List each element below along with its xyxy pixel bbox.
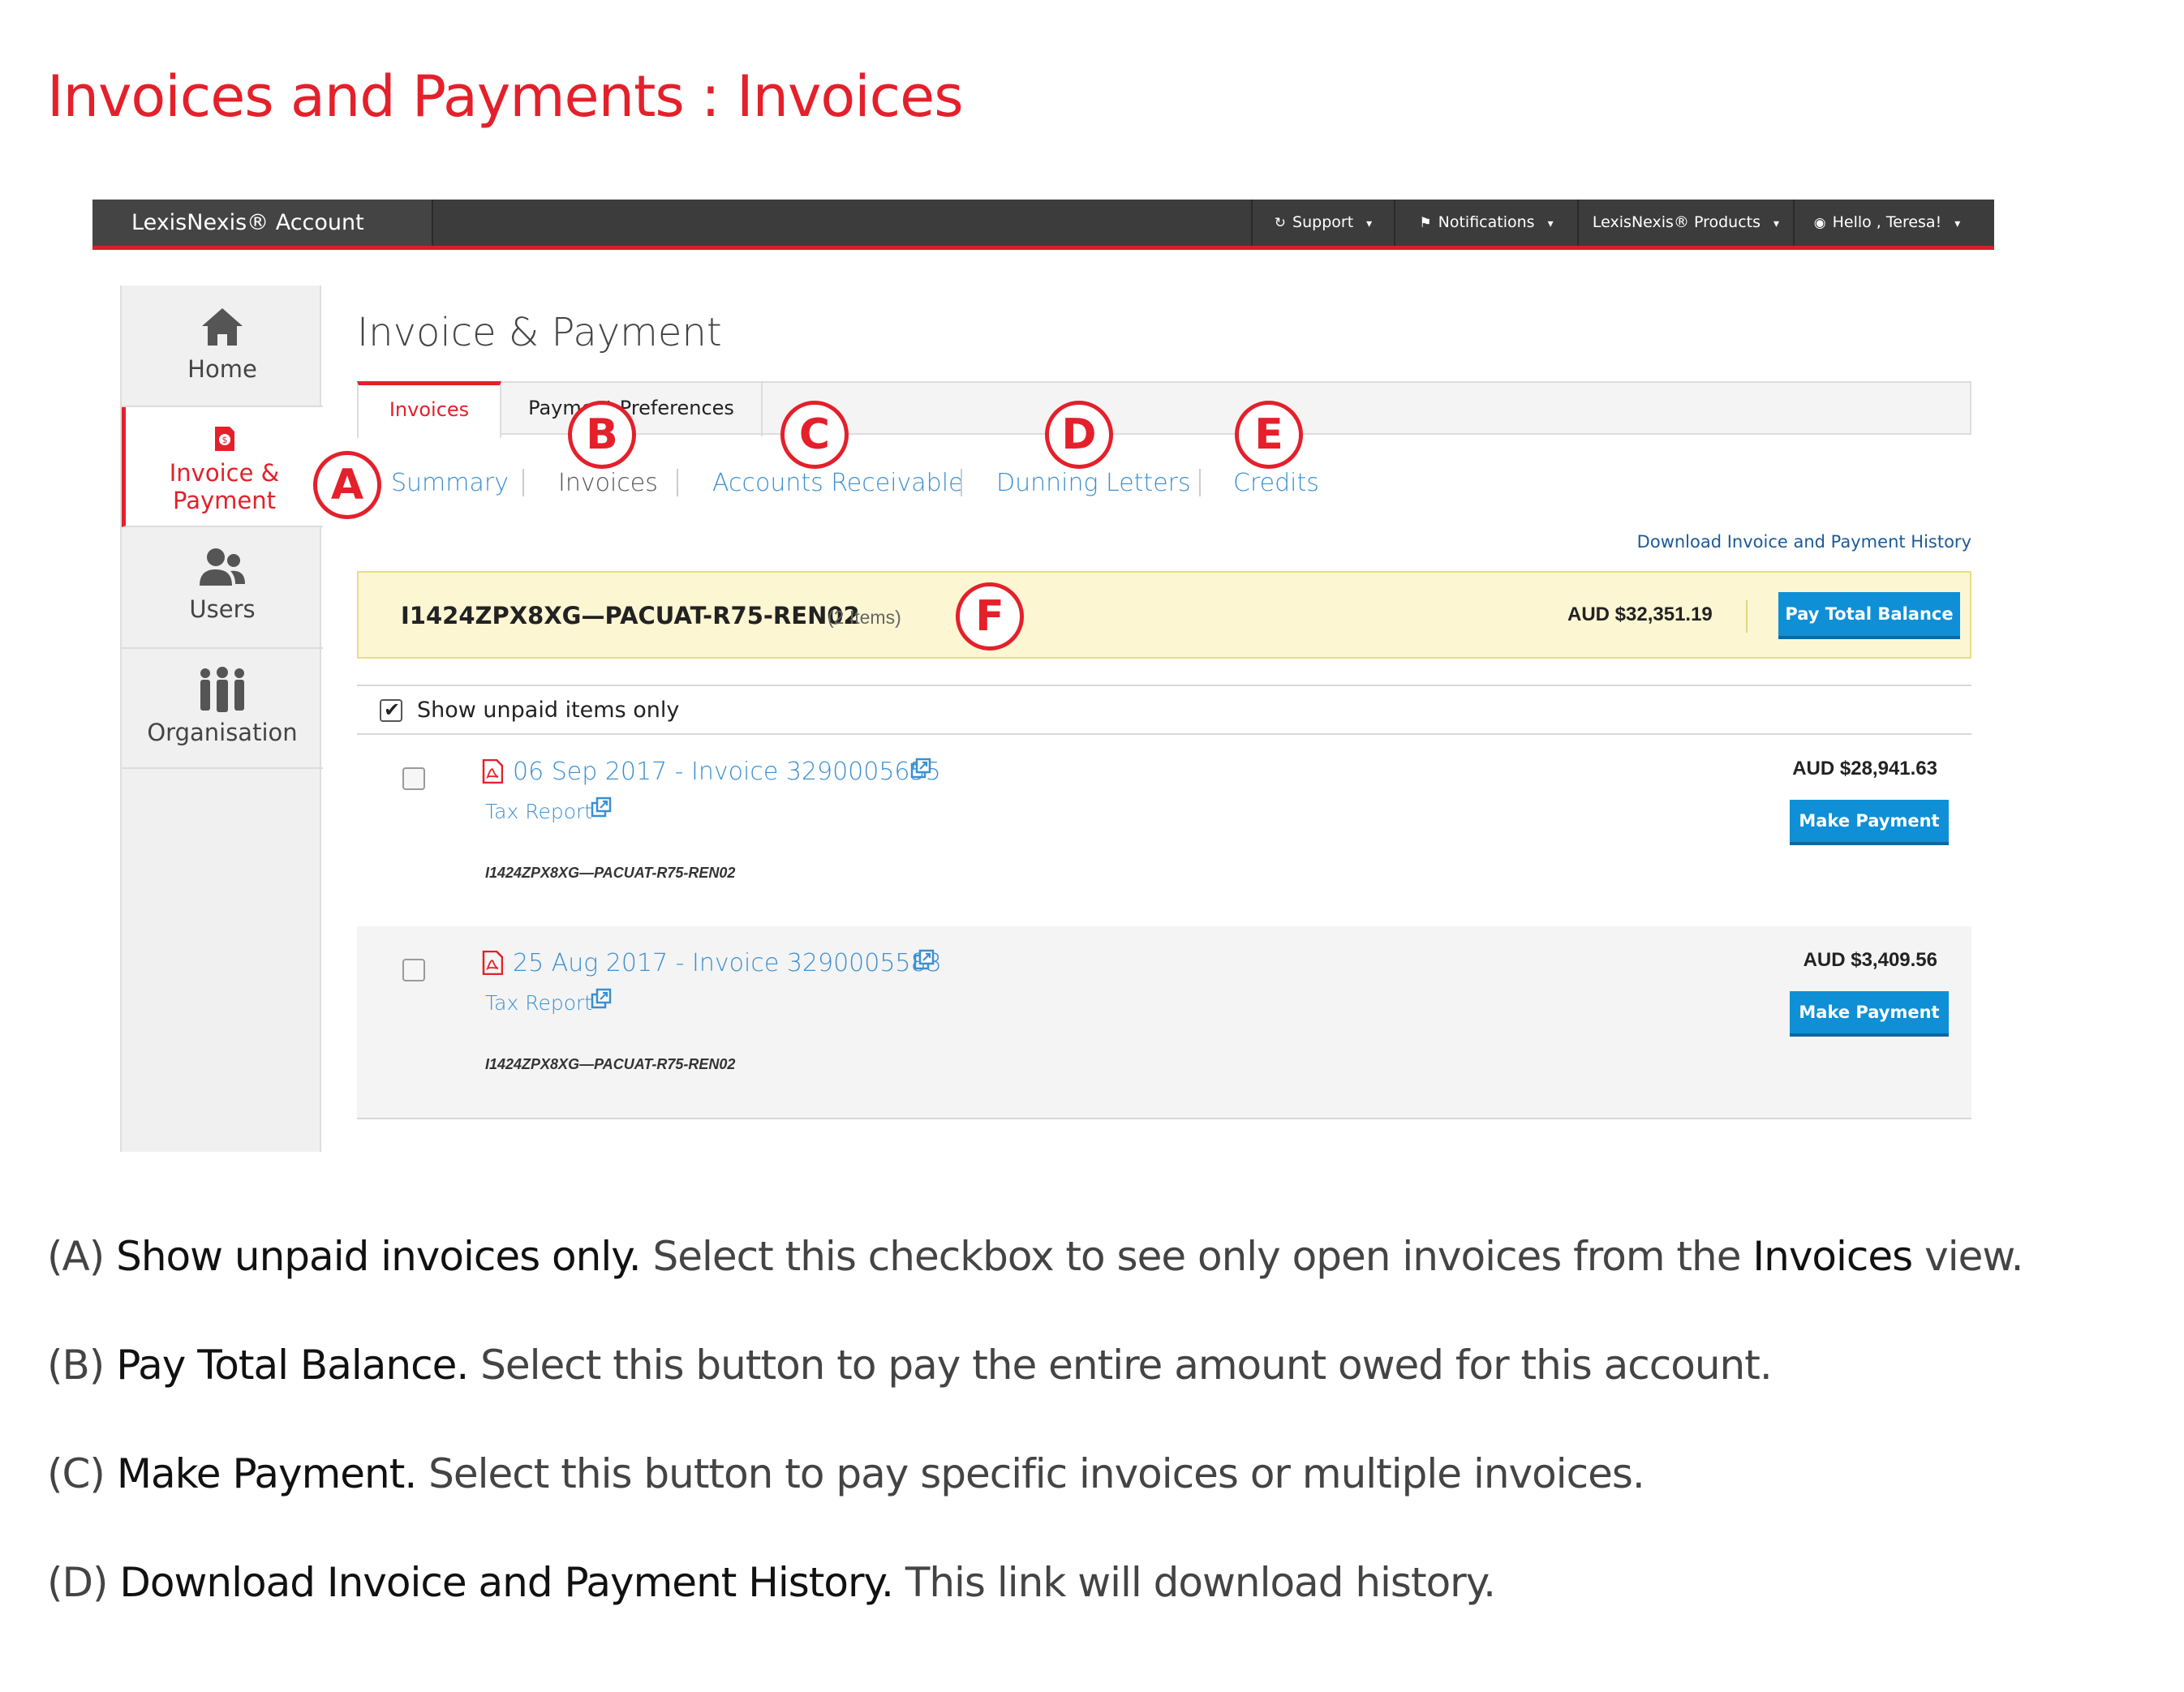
support-menu[interactable]: ↻ Support ▾ <box>1251 200 1394 246</box>
user-menu[interactable]: ◉ Hello , Teresa! ▾ <box>1793 200 1980 246</box>
sidebar-item-label: Invoice & <box>169 459 280 487</box>
invoice-amount: AUD $28,941.63 <box>1792 758 1937 779</box>
tax-report-link[interactable]: Tax Report <box>485 800 592 823</box>
external-link-icon[interactable] <box>591 988 612 1009</box>
chevron-down-icon: ▾ <box>1547 217 1554 230</box>
svg-text:$: $ <box>221 435 227 445</box>
note-keyword: Download Invoice and Payment History. <box>119 1559 893 1606</box>
top-app-bar: LexisNexis® Account Centre ↻ Support ▾ ⚑ No… <box>92 200 1994 281</box>
subnav-dunning-letters[interactable]: Dunning Letters <box>996 469 1191 497</box>
make-payment-button[interactable]: Make Payment <box>1790 991 1949 1037</box>
note-text: This link will download history. <box>905 1559 1496 1606</box>
divider <box>961 469 962 496</box>
note-keyword: Show unpaid invoices only. <box>116 1233 641 1280</box>
organisation-icon <box>200 667 244 712</box>
invoice-account-ref: I1424ZPX8XG—PACUAT-R75-REN02 <box>485 1056 736 1072</box>
item-count: (2 Items) <box>828 607 901 628</box>
callout-marker-b: B <box>568 401 636 469</box>
invoice-account-ref: I1424ZPX8XG—PACUAT-R75-REN02 <box>485 865 736 881</box>
list-item: 06 Sep 2017 - Invoice 3290005655 Tax Rep… <box>357 735 1971 926</box>
sidebar-item-label: Home <box>187 355 257 383</box>
subnav-invoices[interactable]: Invoices <box>558 469 658 497</box>
note-text: Select this checkbox to see only open in… <box>652 1233 1742 1280</box>
note-text: view. <box>1924 1233 2023 1280</box>
note-keyword: Make Payment. <box>116 1450 417 1497</box>
download-history-link[interactable]: Download Invoice and Payment History <box>1637 532 1971 552</box>
account-total: AUD $32,351.19 <box>1567 603 1713 625</box>
invoice-checkbox[interactable] <box>402 767 425 790</box>
sidebar-item-home[interactable]: Home <box>122 286 323 407</box>
callout-marker-f: F <box>956 582 1024 651</box>
show-unpaid-checkbox[interactable] <box>380 698 402 722</box>
invoice-checkbox[interactable] <box>402 959 425 981</box>
support-label: Support <box>1292 213 1354 231</box>
invoice-amount: AUD $3,409.56 <box>1803 949 1937 971</box>
note-prefix: (D) <box>47 1559 109 1606</box>
sidebar-item-label: Users <box>189 595 256 623</box>
support-icon: ↻ <box>1274 215 1287 231</box>
subnav-credits[interactable]: Credits <box>1233 469 1319 497</box>
user-greeting: Hello , Teresa! <box>1832 213 1942 231</box>
sidebar-item-label: Payment <box>173 487 276 514</box>
products-menu[interactable]: LexisNexis® Products ▾ <box>1577 200 1793 246</box>
sidebar-item-organisation[interactable]: Organisation <box>122 649 323 769</box>
note-c: (C) Make Payment. Select this button to … <box>47 1450 1645 1497</box>
show-unpaid-label: Show unpaid items only <box>417 698 680 723</box>
callout-marker-d: D <box>1045 401 1113 469</box>
divider <box>357 1118 1971 1119</box>
chevron-down-icon: ▾ <box>1954 217 1961 230</box>
pdf-icon <box>482 759 503 784</box>
pdf-icon <box>482 951 503 975</box>
chevron-down-icon: ▾ <box>1366 217 1373 230</box>
sidebar: Home $ Invoice & Payment Users Organisat… <box>120 286 323 1152</box>
divider <box>677 469 678 496</box>
tab-invoices[interactable]: Invoices <box>357 381 501 438</box>
sidebar-item-label: Organisation <box>147 719 298 746</box>
external-link-icon[interactable] <box>910 758 931 779</box>
sidebar-item-users[interactable]: Users <box>122 527 323 649</box>
account-summary-bar: I1424ZPX8XG—PACUAT-R75-REN02 (2 Items) A… <box>357 571 1971 659</box>
notifications-label: Notifications <box>1438 213 1535 231</box>
note-b: (B) Pay Total Balance. Select this butto… <box>47 1342 1773 1389</box>
divider <box>1746 600 1748 633</box>
flag-icon: ⚑ <box>1419 215 1432 231</box>
subnav-accounts-receivable[interactable]: Accounts Receivable <box>712 469 964 497</box>
pay-total-balance-button[interactable]: Pay Total Balance <box>1778 592 1960 639</box>
sidebar-item-invoice-payment[interactable]: $ Invoice & Payment <box>122 407 323 527</box>
account-id: I1424ZPX8XG—PACUAT-R75-REN02 <box>401 602 860 629</box>
note-text: Select this button to pay specific invoi… <box>428 1450 1645 1497</box>
divider <box>1199 469 1201 496</box>
users-icon <box>200 548 245 586</box>
note-text: Select this button to pay the entire amo… <box>480 1342 1773 1389</box>
note-d: (D) Download Invoice and Payment History… <box>47 1559 1496 1606</box>
note-prefix: (C) <box>47 1450 105 1497</box>
make-payment-button[interactable]: Make Payment <box>1790 800 1949 845</box>
divider <box>357 685 1971 686</box>
page-title: Invoice & Payment <box>357 310 722 355</box>
subnav-summary[interactable]: Summary <box>391 469 509 497</box>
invoice-link[interactable]: 25 Aug 2017 - Invoice 3290005583 <box>513 949 942 977</box>
list-item: 25 Aug 2017 - Invoice 3290005583 Tax Rep… <box>357 926 1971 1118</box>
brand-title[interactable]: LexisNexis® Account Centre <box>92 200 433 281</box>
external-link-icon[interactable] <box>591 797 612 818</box>
invoice-link[interactable]: 06 Sep 2017 - Invoice 3290005655 <box>513 758 941 786</box>
note-keyword: Invoices <box>1752 1233 1913 1280</box>
divider <box>522 469 524 496</box>
note-prefix: (B) <box>47 1342 105 1389</box>
home-icon <box>202 308 243 346</box>
user-icon: ◉ <box>1813 215 1826 231</box>
invoice-icon: $ <box>214 427 234 451</box>
chevron-down-icon: ▾ <box>1773 217 1780 230</box>
products-label: LexisNexis® Products <box>1592 213 1761 231</box>
callout-marker-a: A <box>313 451 381 519</box>
note-prefix: (A) <box>47 1233 105 1280</box>
note-keyword: Pay Total Balance. <box>116 1342 469 1389</box>
note-a: (A) Show unpaid invoices only. Select th… <box>47 1233 2024 1280</box>
notifications-menu[interactable]: ⚑ Notifications ▾ <box>1394 200 1577 246</box>
callout-marker-e: E <box>1235 401 1303 469</box>
tax-report-link[interactable]: Tax Report <box>485 991 592 1015</box>
callout-marker-c: C <box>780 401 849 469</box>
external-link-icon[interactable] <box>914 949 935 970</box>
document-title: Invoices and Payments : Invoices <box>47 63 964 130</box>
